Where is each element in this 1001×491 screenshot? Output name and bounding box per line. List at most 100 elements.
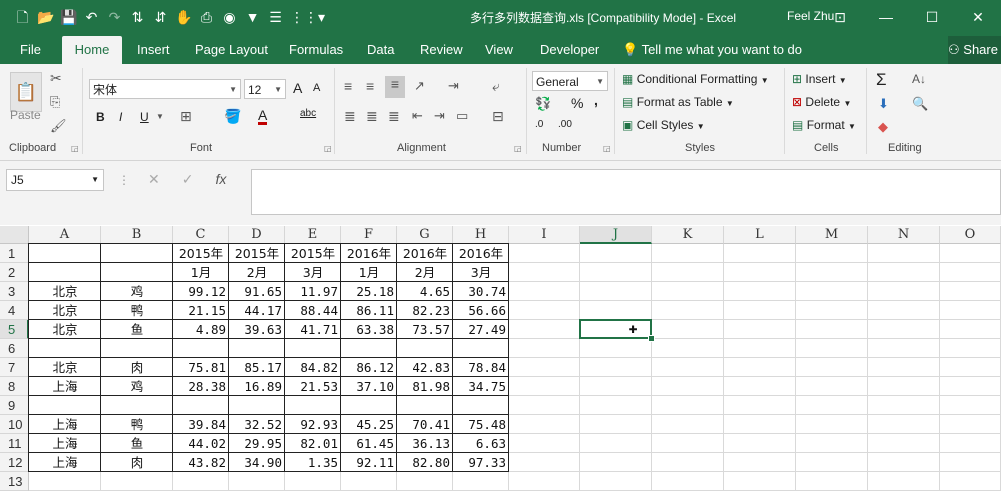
font-color-button[interactable]: A bbox=[258, 108, 268, 125]
value-cell[interactable]: 21.53 bbox=[285, 377, 341, 396]
column-header-b[interactable]: B bbox=[101, 226, 173, 244]
fill-color-icon[interactable]: 🪣 bbox=[224, 108, 241, 125]
cut-icon[interactable]: ✂ bbox=[50, 70, 62, 87]
decrease-decimal-button[interactable]: .00 bbox=[558, 119, 572, 130]
enter-icon[interactable]: ✓ bbox=[182, 171, 194, 188]
value-cell[interactable]: 99.12 bbox=[173, 282, 229, 301]
paste-icon[interactable]: 📋 bbox=[10, 72, 42, 112]
city-cell[interactable]: 北京 bbox=[29, 282, 101, 301]
filter-icon[interactable]: ▼ bbox=[244, 8, 261, 26]
city-cell[interactable]: 北京 bbox=[29, 301, 101, 320]
merge-center-icon[interactable]: ⊟ bbox=[492, 108, 504, 125]
print-preview-icon[interactable]: ⎙ bbox=[198, 8, 215, 26]
row-header-12[interactable]: 12 bbox=[0, 453, 29, 472]
underline-button[interactable]: U bbox=[140, 110, 149, 124]
column-header-g[interactable]: G bbox=[397, 226, 453, 244]
value-cell[interactable]: 4.89 bbox=[173, 320, 229, 339]
value-cell[interactable]: 91.65 bbox=[229, 282, 285, 301]
value-cell[interactable]: 82.01 bbox=[285, 434, 341, 453]
orientation-icon[interactable]: ↗ bbox=[414, 78, 425, 94]
fill-handle[interactable] bbox=[648, 335, 655, 342]
format-as-table-button[interactable]: ▤ Format as Table ▼ bbox=[622, 95, 734, 109]
touch-mode-icon[interactable]: ✋ bbox=[175, 8, 192, 26]
autosum-icon[interactable]: Σ bbox=[876, 70, 887, 90]
copy-icon[interactable]: ⎘ bbox=[50, 94, 60, 110]
city-cell[interactable]: 北京 bbox=[29, 358, 101, 377]
sort-filter-icon[interactable]: A↓ bbox=[912, 72, 926, 86]
column-header-n[interactable]: N bbox=[868, 226, 940, 244]
value-cell[interactable]: 29.95 bbox=[229, 434, 285, 453]
font-name-dropdown[interactable]: 宋体 ▼ bbox=[89, 79, 241, 99]
header-cell[interactable]: 3月 bbox=[285, 263, 341, 282]
row-header-4[interactable]: 4 bbox=[0, 301, 29, 320]
formula-input[interactable] bbox=[251, 169, 1001, 215]
value-cell[interactable]: 78.84 bbox=[453, 358, 509, 377]
value-cell[interactable]: 1.35 bbox=[285, 453, 341, 472]
item-cell[interactable]: 鸡 bbox=[101, 282, 173, 301]
value-cell[interactable]: 37.10 bbox=[341, 377, 397, 396]
sort-descending-icon[interactable]: ⇵ bbox=[152, 8, 169, 26]
value-cell[interactable]: 44.02 bbox=[173, 434, 229, 453]
accounting-format-icon[interactable]: 💱 bbox=[535, 96, 551, 112]
value-cell[interactable]: 39.63 bbox=[229, 320, 285, 339]
align-right-icon[interactable]: ≣ bbox=[388, 108, 400, 125]
font-launcher-icon[interactable]: ◲ bbox=[324, 144, 332, 153]
value-cell[interactable]: 75.48 bbox=[453, 415, 509, 434]
sort-ascending-icon[interactable]: ⇅ bbox=[129, 8, 146, 26]
clear-icon[interactable]: ◆ bbox=[878, 119, 888, 135]
header-cell[interactable]: 3月 bbox=[453, 263, 509, 282]
row-header-3[interactable]: 3 bbox=[0, 282, 29, 301]
value-cell[interactable]: 61.45 bbox=[341, 434, 397, 453]
header-cell[interactable]: 1月 bbox=[341, 263, 397, 282]
align-top-icon[interactable]: ≡ bbox=[344, 78, 352, 94]
value-cell[interactable]: 81.98 bbox=[397, 377, 453, 396]
header-cell[interactable]: 2015年 bbox=[229, 244, 285, 263]
value-cell[interactable]: 36.13 bbox=[397, 434, 453, 453]
tab-insert[interactable]: Insert bbox=[137, 36, 170, 64]
new-file-icon[interactable]: 🗋 bbox=[14, 8, 31, 26]
column-header-f[interactable]: F bbox=[341, 226, 397, 244]
column-header-k[interactable]: K bbox=[652, 226, 724, 244]
value-cell[interactable]: 32.52 bbox=[229, 415, 285, 434]
value-cell[interactable]: 45.25 bbox=[341, 415, 397, 434]
value-cell[interactable]: 41.71 bbox=[285, 320, 341, 339]
undo-icon[interactable]: ↶ bbox=[83, 8, 100, 26]
tell-me-search[interactable]: 💡 Tell me what you want to do bbox=[622, 36, 802, 64]
value-cell[interactable]: 25.18 bbox=[341, 282, 397, 301]
header-cell[interactable]: 1月 bbox=[173, 263, 229, 282]
align-left-icon[interactable]: ≣ bbox=[344, 108, 356, 125]
grow-font-button[interactable]: A bbox=[293, 80, 302, 96]
header-cell[interactable]: 2月 bbox=[397, 263, 453, 282]
font-size-dropdown[interactable]: 12 ▼ bbox=[244, 79, 286, 99]
text-direction-icon[interactable]: ⇥ bbox=[448, 78, 459, 94]
value-cell[interactable]: 97.33 bbox=[453, 453, 509, 472]
value-cell[interactable]: 21.15 bbox=[173, 301, 229, 320]
tab-data[interactable]: Data bbox=[367, 36, 394, 64]
item-cell[interactable]: 肉 bbox=[101, 453, 173, 472]
value-cell[interactable]: 34.90 bbox=[229, 453, 285, 472]
worksheet-grid[interactable]: A B C D E F G H I J K L M N O 1 2 3 4 5 6 7 8 9 10 11 12 13 2015年 201… bbox=[0, 226, 1001, 491]
column-header-d[interactable]: D bbox=[229, 226, 285, 244]
bold-button[interactable]: B bbox=[96, 110, 105, 124]
tab-page-layout[interactable]: Page Layout bbox=[195, 36, 268, 64]
item-cell[interactable]: 鸭 bbox=[101, 415, 173, 434]
format-painter-icon[interactable]: 🖌 bbox=[50, 118, 67, 134]
tab-developer[interactable]: Developer bbox=[540, 36, 599, 64]
close-icon[interactable]: ✕ bbox=[955, 0, 1001, 34]
decrease-indent-icon[interactable]: ⇤ bbox=[412, 108, 423, 124]
camera-icon[interactable]: ◉ bbox=[221, 8, 238, 26]
value-cell[interactable]: 11.97 bbox=[285, 282, 341, 301]
value-cell[interactable]: 42.83 bbox=[397, 358, 453, 377]
tab-view[interactable]: View bbox=[485, 36, 513, 64]
value-cell[interactable]: 86.11 bbox=[341, 301, 397, 320]
percent-style-button[interactable]: % bbox=[571, 95, 583, 111]
value-cell[interactable]: 82.80 bbox=[397, 453, 453, 472]
city-cell[interactable]: 上海 bbox=[29, 415, 101, 434]
value-cell[interactable]: 56.66 bbox=[453, 301, 509, 320]
row-header-11[interactable]: 11 bbox=[0, 434, 29, 453]
name-box[interactable]: J5 ▼ bbox=[6, 169, 104, 191]
minimize-icon[interactable]: — bbox=[863, 0, 909, 34]
tab-home[interactable]: Home bbox=[62, 36, 122, 64]
header-cell[interactable]: 2016年 bbox=[341, 244, 397, 263]
grid-icon[interactable]: ⋮⋮ bbox=[290, 8, 318, 26]
